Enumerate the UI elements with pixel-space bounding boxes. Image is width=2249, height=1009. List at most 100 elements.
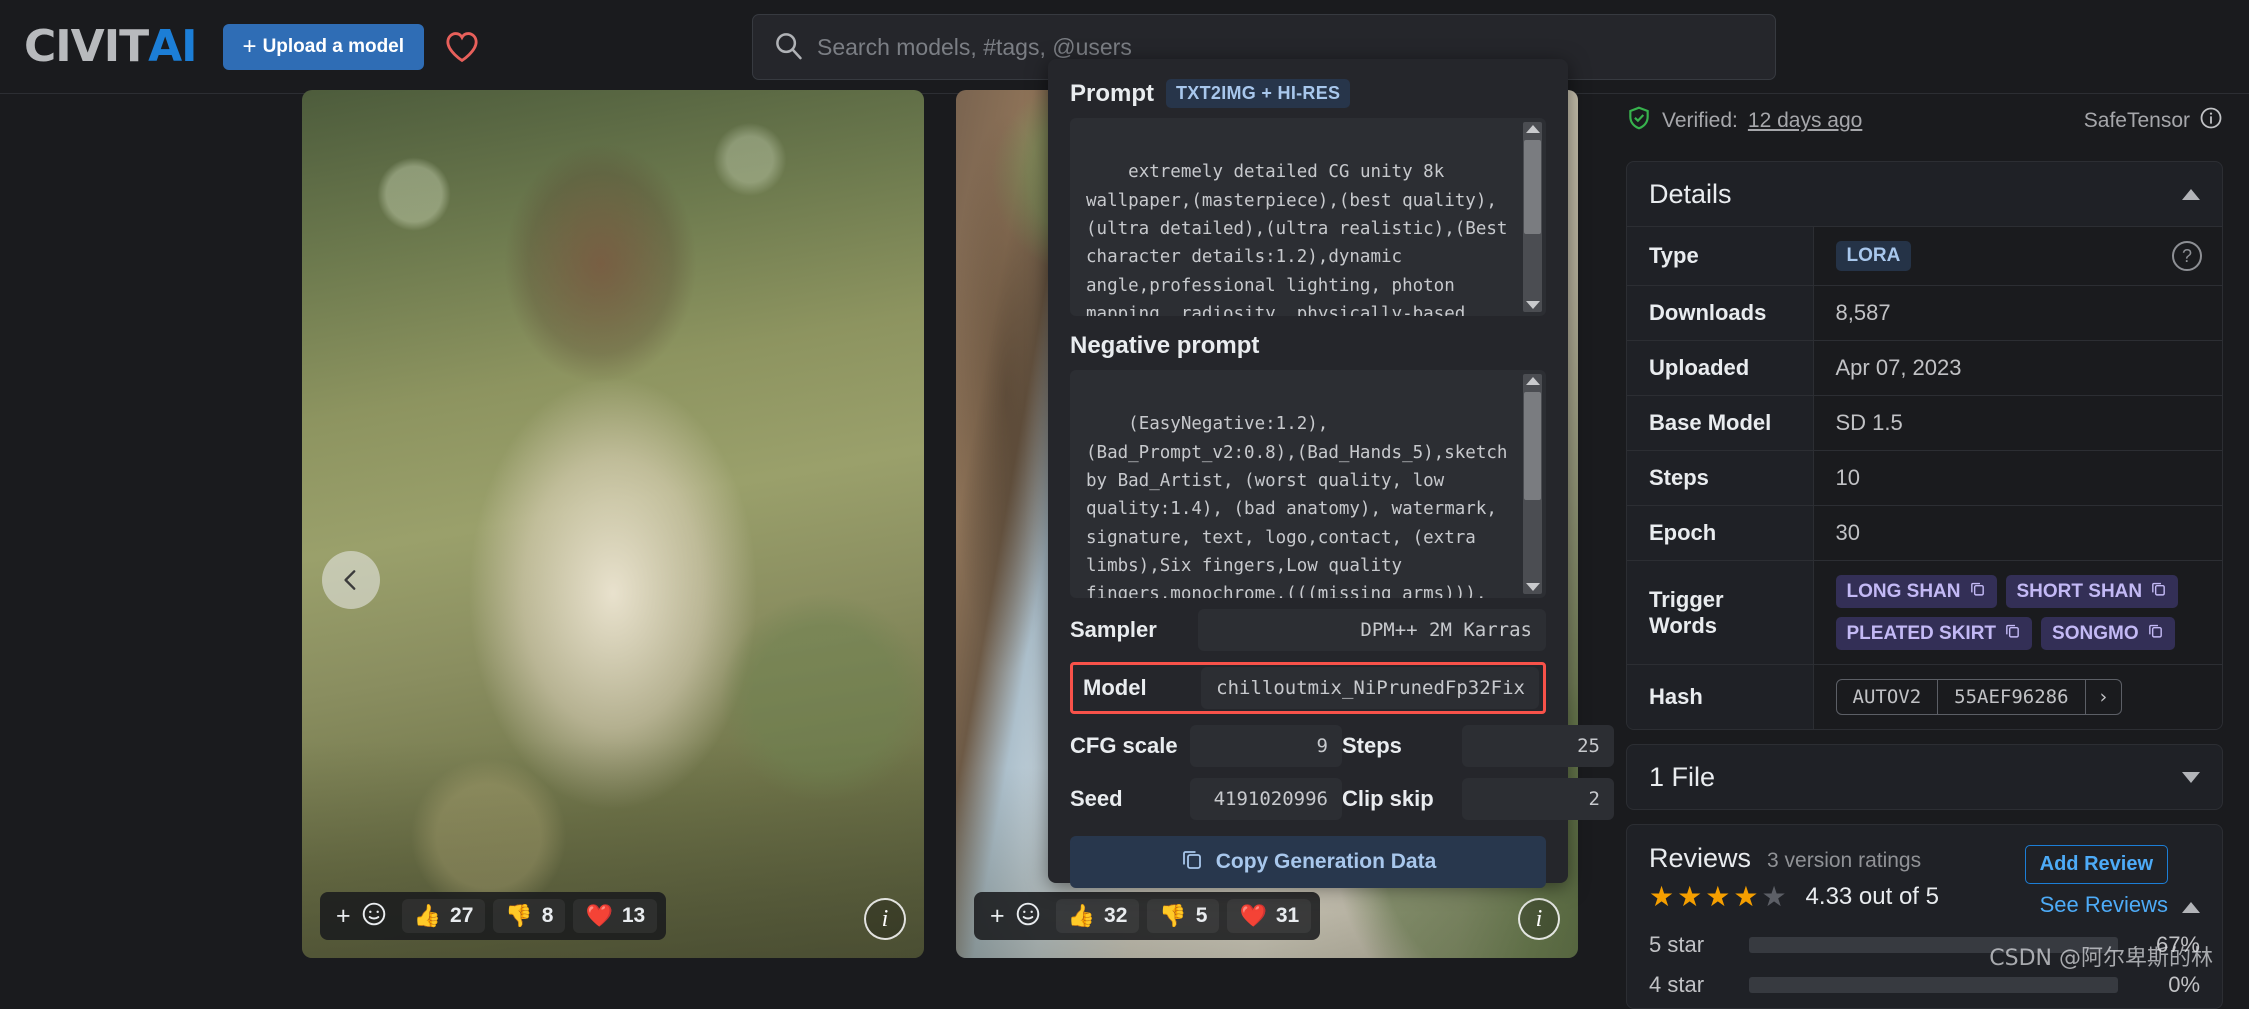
smiley-icon[interactable]: [1015, 901, 1041, 932]
copy-icon: [1180, 847, 1204, 877]
detail-value-hash: AUTOV2 55AEF96286 ›: [1813, 665, 2222, 730]
files-header[interactable]: 1 File: [1627, 745, 2222, 809]
copy-icon[interactable]: [2004, 622, 2021, 645]
param-row-model-highlighted: Model chilloutmix_NiPrunedFp32Fix: [1070, 662, 1546, 714]
chevron-right-icon[interactable]: ›: [2086, 680, 2121, 714]
reviews-top: Reviews 3 version ratings ★ ★ ★ ★ ★ 4.33…: [1649, 843, 2200, 918]
reviews-collapse[interactable]: [2182, 843, 2200, 903]
type-badge: LORA: [1836, 241, 1912, 271]
param-row-cfg-steps: CFG scale 9 Steps 25: [1070, 725, 1546, 767]
details-table: Type LORA ? Downloads 8,587 Uploaded Apr…: [1627, 226, 2222, 729]
plus-icon[interactable]: +: [336, 904, 351, 929]
param-row-seed-clip: Seed 4191020996 Clip skip 2: [1070, 778, 1546, 820]
table-row: Epoch 30: [1627, 506, 2222, 561]
reviews-title-line: Reviews 3 version ratings: [1649, 843, 2025, 874]
gallery-image-1[interactable]: + 👍 27 👎 8 ❤️ 13: [302, 90, 924, 958]
detail-key-epoch: Epoch: [1627, 506, 1813, 561]
upload-model-button[interactable]: + Upload a model: [223, 24, 424, 70]
smiley-icon[interactable]: [361, 901, 387, 932]
trigger-word-label: SHORT SHAN: [2017, 581, 2143, 603]
chevron-up-icon[interactable]: [2182, 885, 2200, 913]
detail-key-hash: Hash: [1627, 665, 1813, 730]
chevron-down-icon[interactable]: [2182, 772, 2200, 783]
scroll-up-icon[interactable]: [1526, 377, 1540, 385]
carousel-prev-button[interactable]: [322, 551, 380, 609]
clip-skip-value: 2: [1462, 778, 1614, 820]
steps-label: Steps: [1342, 733, 1462, 759]
copy-generation-data-button[interactable]: Copy Generation Data: [1070, 836, 1546, 888]
detail-value-downloads: 8,587: [1813, 286, 2222, 341]
reaction-heart-1[interactable]: ❤️ 13: [573, 899, 657, 933]
thumbs-down-icon: 👎: [1159, 905, 1186, 927]
reaction-thumbs-up-1[interactable]: 👍 27: [402, 899, 486, 933]
prompt-text: extremely detailed CG unity 8k wallpaper…: [1086, 162, 1518, 316]
negative-prompt-textbox[interactable]: (EasyNegative:1.2),(Bad_Prompt_v2:0.8),(…: [1070, 370, 1546, 598]
copy-icon[interactable]: [2150, 580, 2167, 603]
help-icon[interactable]: ?: [2172, 241, 2202, 271]
scrollbar-thumb[interactable]: [1524, 392, 1541, 500]
plus-icon[interactable]: +: [990, 904, 1005, 929]
reaction-thumbs-down-2[interactable]: 👎 5: [1147, 899, 1219, 933]
search-icon: [773, 30, 803, 65]
heart-icon[interactable]: [444, 29, 480, 65]
rating-bar-pct: 0%: [2132, 972, 2200, 998]
trigger-word-label: PLEATED SKIRT: [1847, 623, 1997, 645]
rating-bar-label: 5 star: [1649, 932, 1735, 958]
star-icon: ★: [1733, 880, 1759, 913]
info-icon[interactable]: [2199, 106, 2223, 136]
copy-icon[interactable]: [1969, 580, 1986, 603]
thumbs-down-icon: 👎: [505, 905, 532, 927]
search-input[interactable]: [817, 34, 1755, 61]
reviews-rating-line: ★ ★ ★ ★ ★ 4.33 out of 5: [1649, 880, 2025, 913]
rating-bar-track: [1749, 977, 2118, 993]
thumbs-down-count: 5: [1196, 904, 1208, 928]
add-reaction-group-2[interactable]: +: [980, 901, 1051, 932]
prompt-scrollbar[interactable]: [1523, 122, 1542, 312]
rating-bar-label: 4 star: [1649, 972, 1735, 998]
prompt-textbox[interactable]: extremely detailed CG unity 8k wallpaper…: [1070, 118, 1546, 316]
trigger-word-chip[interactable]: LONG SHAN: [1836, 575, 1997, 608]
heart-icon: ❤️: [1239, 905, 1266, 927]
generation-data-popover: Prompt TXT2IMG + HI-RES extremely detail…: [1048, 59, 1568, 883]
chevron-up-icon[interactable]: [2182, 189, 2200, 200]
prompt-label: Prompt: [1070, 80, 1154, 108]
image-info-button-1[interactable]: i: [864, 898, 906, 940]
shield-check-icon: [1626, 105, 1652, 137]
add-reaction-group-1[interactable]: +: [326, 901, 397, 932]
details-header[interactable]: Details: [1627, 162, 2222, 226]
trigger-word-chip[interactable]: PLEATED SKIRT: [1836, 617, 2033, 650]
reaction-thumbs-up-2[interactable]: 👍 32: [1056, 899, 1140, 933]
trigger-words-list: LONG SHAN SHORT SHAN PLEAT: [1836, 575, 2201, 650]
hash-group[interactable]: AUTOV2 55AEF96286 ›: [1836, 679, 2122, 715]
thumbs-up-icon: 👍: [1068, 905, 1095, 927]
reaction-heart-2[interactable]: ❤️ 31: [1227, 899, 1311, 933]
image-info-button-2[interactable]: i: [1518, 898, 1560, 940]
civitai-logo[interactable]: CIVITAI: [24, 21, 197, 72]
detail-key-type: Type: [1627, 227, 1813, 286]
scroll-up-icon[interactable]: [1526, 125, 1540, 133]
reviews-score: 4.33 out of 5: [1806, 883, 1939, 911]
star-icon: ★: [1705, 880, 1731, 913]
negative-prompt-scrollbar[interactable]: [1523, 374, 1542, 594]
see-reviews-link[interactable]: See Reviews: [2040, 892, 2168, 918]
reviews-subtitle: 3 version ratings: [1767, 849, 1921, 873]
add-review-button[interactable]: Add Review: [2025, 845, 2168, 884]
rating-bar-track: [1749, 937, 2118, 953]
verified-label: Verified:: [1662, 109, 1738, 133]
negative-prompt-header: Negative prompt: [1070, 332, 1546, 360]
scroll-down-icon[interactable]: [1526, 583, 1540, 591]
scroll-down-icon[interactable]: [1526, 301, 1540, 309]
trigger-word-chip[interactable]: SHORT SHAN: [2006, 575, 2179, 608]
table-row: Trigger Words LONG SHAN SHORT SHAN: [1627, 561, 2222, 665]
reaction-thumbs-down-1[interactable]: 👎 8: [493, 899, 565, 933]
plus-icon: +: [243, 35, 257, 59]
files-card: 1 File: [1626, 744, 2223, 810]
prompt-type-badge: TXT2IMG + HI-RES: [1166, 79, 1350, 108]
verified-time-link[interactable]: 12 days ago: [1748, 109, 1862, 133]
scrollbar-thumb[interactable]: [1524, 140, 1541, 234]
trigger-word-chip[interactable]: SONGMO: [2041, 617, 2175, 650]
verified-row: Verified: 12 days ago SafeTensor: [1626, 95, 2223, 147]
detail-value-steps: 10: [1813, 451, 2222, 506]
copy-icon[interactable]: [2147, 622, 2164, 645]
model-value: chilloutmix_NiPrunedFp32Fix: [1201, 667, 1539, 709]
